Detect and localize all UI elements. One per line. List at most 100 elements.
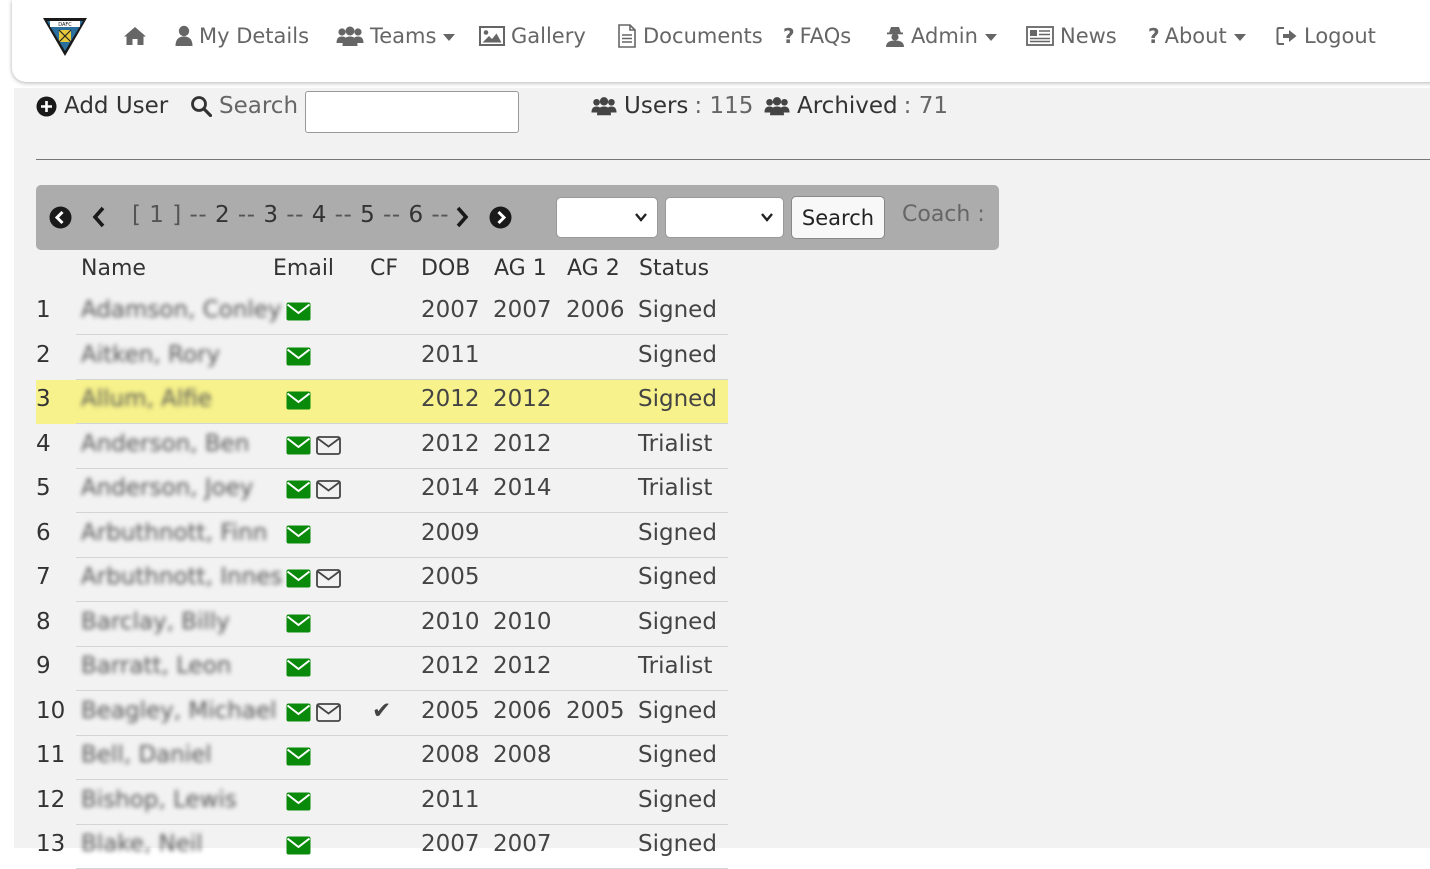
row-dob: 2008 [421,742,480,768]
row-index: 7 [36,564,51,590]
email-icons [286,836,311,855]
nav-teams[interactable]: Teams [336,20,456,52]
next-page-icon[interactable] [454,206,470,228]
filter-select-1[interactable] [556,197,658,238]
envelope-outline-icon[interactable] [316,480,341,499]
filter-select-2[interactable] [665,197,784,238]
row-index: 5 [36,475,51,501]
nav-gallery[interactable]: Gallery [479,20,586,52]
row-name[interactable]: Anderson, Joey [81,475,253,501]
email-icons [286,569,341,588]
table-row[interactable]: 5 Anderson, Joey 2014 2014 Trialist [36,469,728,513]
email-icons [286,614,311,633]
row-name[interactable]: Aitken, Rory [81,342,220,368]
plus-circle-icon [36,96,57,117]
email-icons [286,747,311,766]
envelope-icon[interactable] [286,302,311,321]
col-header-status[interactable]: Status [639,256,709,281]
row-name[interactable]: Blake, Neil [81,831,203,857]
nav-label: Admin [911,24,978,48]
page-separator: -- [237,202,256,228]
row-dob: 2012 [421,653,480,679]
nav-home[interactable] [123,20,153,52]
page-link[interactable]: 2 [215,202,230,228]
page-link[interactable]: 5 [360,202,375,228]
row-name[interactable]: Barclay, Billy [81,609,230,635]
envelope-icon[interactable] [286,703,311,722]
row-name[interactable]: Beagley, Michael [81,698,277,724]
page-link[interactable]: 6 [408,202,423,228]
table-row[interactable]: 9 Barratt, Leon 2012 2012 Trialist [36,647,728,691]
nav-about[interactable]: ? About [1148,20,1246,52]
page-separator: -- [286,202,304,228]
envelope-icon[interactable] [286,436,311,455]
envelope-outline-icon[interactable] [316,435,341,455]
search-button[interactable]: Search [791,196,885,239]
nav-my-details[interactable]: My Details [175,20,309,52]
row-name[interactable]: Arbuthnott, Finn [81,520,267,546]
club-crest-logo[interactable]: DAFC [42,17,88,57]
envelope-icon[interactable] [286,747,311,766]
nav-news[interactable]: News [1026,20,1117,52]
envelope-icon[interactable] [286,569,311,588]
row-status: Signed [638,519,717,546]
row-name[interactable]: Anderson, Ben [81,431,249,457]
col-header-email[interactable]: Email [273,256,334,281]
col-header-dob[interactable]: DOB [421,256,470,281]
question-icon: ? [783,24,795,48]
svg-text:DAFC: DAFC [58,22,72,28]
table-row[interactable]: 1 Adamson, Conley 2007 2007 2006 Signed [36,291,728,335]
row-index: 3 [36,386,51,412]
row-name[interactable]: Barratt, Leon [81,653,231,679]
table-row[interactable]: 12 Bishop, Lewis 2011 Signed [36,781,728,825]
add-user-button[interactable]: Add User [36,93,168,119]
nav-logout[interactable]: Logout [1276,20,1376,52]
row-name[interactable]: Adamson, Conley [81,297,282,323]
row-ag1: 2012 [493,386,552,412]
col-header-name[interactable]: Name [81,256,146,281]
row-status: Signed [638,341,717,368]
envelope-icon[interactable] [286,614,311,633]
envelope-outline-icon[interactable] [316,569,341,588]
table-row[interactable]: 6 Arbuthnott, Finn 2009 Signed [36,514,728,558]
last-page-icon[interactable] [489,206,512,229]
table-row[interactable]: 10 Beagley, Michael ✔ 2005 2006 2005 Signed [36,692,728,736]
row-name[interactable]: Bishop, Lewis [81,787,237,813]
search-input[interactable] [305,91,519,133]
table-row[interactable]: 13 Blake, Neil 2007 2007 Signed [36,825,728,869]
envelope-icon[interactable] [286,391,311,410]
row-index: 13 [36,831,66,857]
col-header-ag2[interactable]: AG 2 [567,256,620,281]
table-row[interactable]: 3 Allum, Alfie 2012 2012 Signed [36,380,728,424]
sign-out-icon [1276,26,1298,46]
page-current[interactable]: [ 1 ] [132,202,182,228]
main-content: Add User Search : Users : 115 Archived :… [14,88,1430,869]
page-link[interactable]: 3 [263,202,278,228]
nav-admin[interactable]: Admin [885,20,997,52]
table-row[interactable]: 4 Anderson, Ben 2012 2012 Trialist [36,425,728,469]
envelope-icon[interactable] [286,658,311,677]
page-link[interactable]: 4 [312,202,327,228]
row-dob: 2012 [421,430,480,457]
table-row[interactable]: 2 Aitken, Rory 2011 Signed [36,336,728,380]
envelope-icon[interactable] [286,792,311,811]
nav-documents[interactable]: Documents [617,20,763,52]
envelope-icon[interactable] [286,525,311,544]
table-row[interactable]: 7 Arbuthnott, Innes 2005 Signed [36,558,728,602]
envelope-outline-icon[interactable] [316,702,341,722]
envelope-icon[interactable] [286,836,311,855]
table-row[interactable]: 11 Bell, Daniel 2008 2008 Signed [36,736,728,780]
row-name[interactable]: Bell, Daniel [81,742,212,768]
row-name[interactable]: Arbuthnott, Innes [81,564,282,590]
first-page-icon[interactable] [49,206,72,229]
row-name[interactable]: Allum, Alfie [81,386,212,412]
page-separator: -- [189,202,208,228]
table-row[interactable]: 8 Barclay, Billy 2010 2010 Signed [36,603,728,647]
envelope-icon[interactable] [286,347,311,366]
col-header-ag1[interactable]: AG 1 [494,256,547,281]
prev-page-icon[interactable] [91,206,107,228]
nav-faqs[interactable]: ? FAQs [783,20,851,52]
envelope-icon[interactable] [286,480,311,499]
col-header-cf[interactable]: CF [370,256,398,281]
users-icon [591,96,617,116]
